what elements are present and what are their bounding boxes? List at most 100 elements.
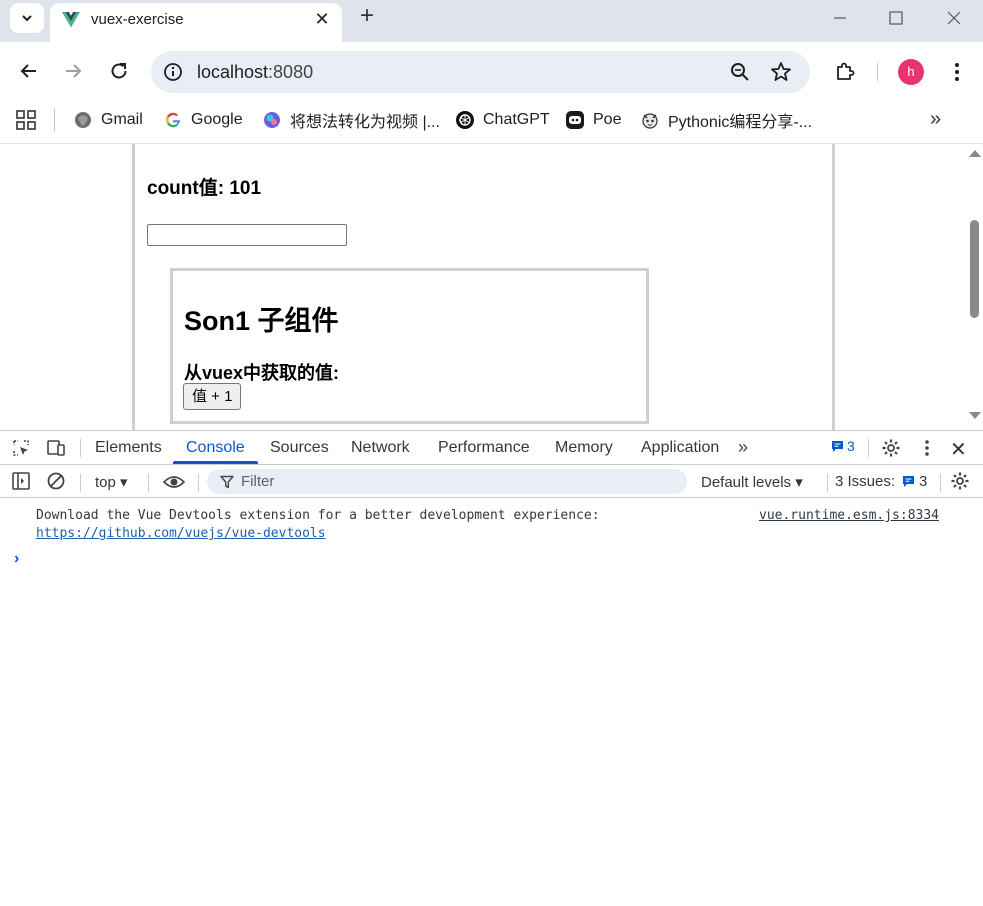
url-port: :8080: [268, 62, 314, 82]
devtools-menu-icon[interactable]: [917, 438, 937, 458]
filter-funnel-icon: [220, 475, 234, 489]
address-bar[interactable]: localhost:8080: [151, 51, 810, 93]
scroll-down-arrow-icon[interactable]: [969, 412, 981, 419]
live-expression-eye-icon[interactable]: [162, 472, 186, 492]
bookmark-google[interactable]: Google: [164, 106, 243, 134]
inspect-element-icon[interactable]: [11, 438, 31, 458]
tab-strip: vuex-exercise ✕ +: [0, 0, 983, 42]
log-levels-value: Default levels: [701, 474, 792, 491]
settings-gear-icon[interactable]: [881, 438, 901, 458]
bookmark-label: Pythonic编程分享-...: [668, 114, 813, 131]
more-tabs-icon[interactable]: »: [738, 437, 748, 458]
toolbar-separator: [940, 474, 941, 492]
console-settings-gear-icon[interactable]: [950, 471, 970, 491]
increment-button[interactable]: 值 + 1: [183, 383, 242, 410]
url-host: localhost: [197, 62, 269, 82]
apps-grid-icon[interactable]: [16, 110, 36, 130]
bookmark-poe[interactable]: Poe: [566, 106, 621, 134]
son1-value-label: 从vuex中获取的值:: [184, 363, 340, 383]
tab-network[interactable]: Network: [351, 439, 410, 457]
clear-console-icon[interactable]: [46, 471, 66, 491]
count-display: count值: 101: [147, 178, 262, 199]
son1-component: Son1 子组件 从vuex中获取的值: 值 + 1: [170, 268, 649, 424]
bookmarks-overflow-icon[interactable]: »: [930, 108, 941, 131]
toolbar-separator: [877, 63, 878, 81]
maximize-icon[interactable]: [885, 7, 907, 29]
console-filter-input[interactable]: Filter: [207, 469, 687, 494]
message-icon: [832, 440, 843, 452]
console-source-link[interactable]: vue.runtime.esm.js:8334: [759, 508, 939, 523]
browser-toolbar: localhost:8080 h: [0, 42, 983, 102]
zoom-icon[interactable]: [729, 61, 751, 83]
device-toolbar-icon[interactable]: [46, 438, 66, 458]
bookmark-label: Gmail: [101, 111, 143, 128]
context-selector[interactable]: top ▾: [95, 473, 128, 491]
bookmark-label: Poe: [593, 111, 622, 128]
poe-icon: [566, 111, 584, 129]
tab-close-icon[interactable]: ✕: [313, 10, 331, 28]
devtools-tab-bar: Elements Console Sources Network Perform…: [0, 431, 983, 465]
bookmark-label: ChatGPT: [483, 111, 550, 128]
filter-placeholder: Filter: [241, 473, 275, 490]
scroll-up-arrow-icon[interactable]: [969, 150, 981, 157]
bookmark-gmail[interactable]: Gmail: [74, 106, 143, 134]
chatgpt-icon: [456, 111, 474, 129]
bookmark-chatgpt[interactable]: ChatGPT: [456, 106, 550, 134]
bookmark-video-tool[interactable]: 将想法转化为视频 |...: [263, 106, 440, 134]
gmail-icon: [75, 112, 91, 128]
tab-sources[interactable]: Sources: [270, 439, 329, 457]
issues-badge[interactable]: 3: [830, 438, 855, 454]
app-container: count值: 101 Son1 子组件 从vuex中获取的值: 值 + 1: [132, 144, 835, 430]
vue-logo-icon: [62, 12, 80, 28]
browser-menu-icon[interactable]: [948, 59, 966, 85]
window-close-icon[interactable]: [943, 7, 965, 29]
tab-memory[interactable]: Memory: [555, 439, 613, 457]
scrollbar-thumb[interactable]: [970, 220, 979, 318]
pythonic-icon: [642, 113, 658, 129]
console-toolbar: top ▾ Filter Default levels ▾ 3 Issues: …: [0, 465, 983, 498]
extensions-puzzle-icon[interactable]: [833, 60, 857, 84]
devtools-separator: [80, 439, 81, 457]
active-tab-indicator: [173, 461, 258, 464]
tab-application[interactable]: Application: [641, 439, 719, 457]
toolbar-separator: [198, 474, 199, 492]
bookmark-label: 将想法转化为视频 |...: [290, 114, 440, 131]
bookmarks-separator: [54, 109, 55, 131]
vue-devtools-link[interactable]: https://github.com/vuejs/vue-devtools: [36, 526, 326, 541]
tab-title: vuex-exercise: [91, 11, 184, 28]
console-prompt-chevron-icon[interactable]: ›: [14, 550, 19, 568]
tab-performance[interactable]: Performance: [438, 439, 530, 457]
profile-avatar[interactable]: h: [898, 59, 924, 85]
tab-search-button[interactable]: [10, 3, 44, 33]
count-input[interactable]: [147, 224, 347, 246]
bookmark-label: Google: [191, 111, 243, 128]
bookmark-star-icon[interactable]: [769, 60, 793, 84]
bookmark-pythonic[interactable]: Pythonic编程分享-...: [641, 106, 812, 134]
sidebar-toggle-icon[interactable]: [11, 471, 31, 491]
tab-elements[interactable]: Elements: [95, 439, 162, 457]
site-info-icon[interactable]: [162, 61, 184, 83]
google-icon: [166, 112, 180, 128]
toolbar-separator: [80, 474, 81, 492]
url-text: localhost:8080: [197, 62, 313, 83]
message-icon: [903, 476, 915, 487]
issues-badge-count: 3: [847, 438, 855, 454]
browser-tab[interactable]: vuex-exercise ✕: [50, 3, 342, 42]
minimize-icon[interactable]: [829, 7, 851, 29]
tab-console[interactable]: Console: [186, 439, 245, 457]
devtools-close-icon[interactable]: ✕: [950, 437, 967, 462]
back-arrow-icon[interactable]: [17, 59, 41, 83]
page-scrollbar[interactable]: [967, 144, 983, 430]
toolbar-separator: [148, 474, 149, 492]
toolbar-separator: [827, 474, 828, 492]
issues-label: 3 Issues:: [835, 473, 896, 490]
forward-arrow-icon[interactable]: [61, 59, 85, 83]
log-levels-dropdown[interactable]: Default levels ▾: [701, 473, 803, 491]
new-tab-button[interactable]: +: [356, 4, 378, 28]
reload-icon[interactable]: [107, 59, 131, 83]
issues-counter[interactable]: 3 Issues: 3: [835, 473, 927, 490]
chevron-down-icon: [22, 15, 32, 22]
console-message: Download the Vue Devtools extension for …: [36, 508, 600, 523]
issues-count: 3: [919, 473, 928, 490]
devtools-separator: [868, 439, 869, 457]
